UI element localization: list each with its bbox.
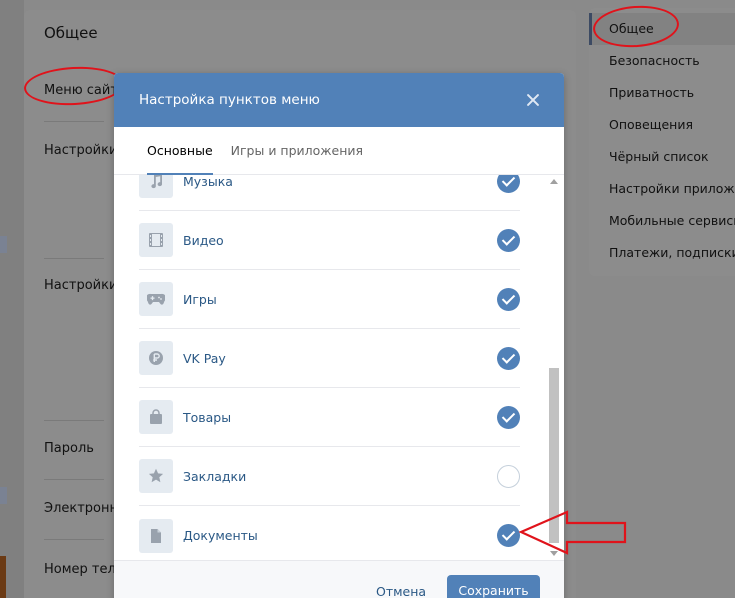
menu-item-label: Товары: [183, 409, 232, 425]
menu-items-list: Музыка Видео Игры VK Pay Товары Закладки…: [139, 175, 520, 560]
right-menu-item-app-settings[interactable]: Настройки приложений: [609, 181, 735, 196]
settings-row-settings[interactable]: Настройки: [44, 143, 117, 158]
shopping-bag-icon: [139, 400, 173, 434]
dialog-footer: Отмена Сохранить: [114, 560, 564, 598]
background-left-strip: [0, 0, 24, 598]
menu-items-scroll-area[interactable]: Музыка Видео Игры VK Pay Товары Закладки…: [114, 175, 564, 560]
tab-games-apps-label: Игры и приложения: [230, 143, 364, 158]
menu-item-checkbox[interactable]: [497, 406, 520, 429]
right-menu-item-security[interactable]: Безопасность: [609, 53, 700, 68]
settings-section-title: Общее: [44, 24, 98, 42]
menu-settings-dialog: Настройка пунктов меню Основные Игры и п…: [114, 73, 564, 598]
menu-item-checkbox[interactable]: [497, 175, 520, 193]
divider: [44, 420, 104, 421]
right-menu-item-privacy[interactable]: Приватность: [609, 85, 694, 100]
background-edge-badge: [0, 487, 7, 504]
menu-item-label: VK Pay: [183, 350, 226, 366]
close-icon[interactable]: [524, 91, 542, 109]
menu-item-music[interactable]: Музыка: [139, 175, 520, 211]
menu-item-label: Игры: [183, 291, 217, 307]
scroll-up-icon[interactable]: [550, 179, 558, 184]
ruble-coin-icon: [139, 341, 173, 375]
menu-item-label: Музыка: [183, 175, 233, 189]
save-button[interactable]: Сохранить: [447, 575, 540, 598]
divider: [44, 479, 104, 480]
dialog-tabs: Основные Игры и приложения: [114, 127, 564, 175]
divider: [44, 121, 104, 122]
divider: [44, 539, 104, 540]
menu-item-vkpay[interactable]: VK Pay: [139, 329, 520, 388]
menu-item-goods[interactable]: Товары: [139, 388, 520, 447]
right-menu-active-bar: [589, 13, 592, 45]
right-menu-item-mobile[interactable]: Мобильные сервисы: [609, 213, 735, 228]
menu-item-games[interactable]: Игры: [139, 270, 520, 329]
menu-item-label: Видео: [183, 232, 224, 248]
menu-item-checkbox[interactable]: [497, 465, 520, 488]
right-menu-item-notifications[interactable]: Оповещения: [609, 117, 693, 132]
menu-item-documents[interactable]: Документы: [139, 506, 520, 560]
settings-row-password[interactable]: Пароль: [44, 441, 94, 456]
document-icon: [139, 518, 173, 553]
menu-item-checkbox[interactable]: [497, 229, 520, 252]
gamepad-icon: [139, 282, 173, 316]
right-menu-item-payments[interactable]: Платежи, подписки, переводы: [609, 245, 735, 260]
settings-right-menu: Общее Безопасность Приватность Оповещени…: [589, 8, 735, 276]
star-icon: [139, 459, 173, 493]
dialog-title: Настройка пунктов меню: [139, 92, 320, 108]
menu-item-checkbox[interactable]: [497, 288, 520, 311]
divider: [44, 258, 104, 259]
background-edge-badge: [0, 236, 7, 253]
menu-item-label: Документы: [183, 528, 258, 543]
annotation-arrow-icon: [519, 510, 627, 555]
menu-item-video[interactable]: Видео: [139, 211, 520, 270]
tab-games-apps[interactable]: Игры и приложения: [222, 127, 372, 174]
tab-main[interactable]: Основные: [138, 127, 222, 175]
menu-item-label: Закладки: [183, 468, 247, 484]
menu-item-bookmarks[interactable]: Закладки: [139, 447, 520, 506]
background-edge-image: [0, 556, 6, 598]
film-icon: [139, 223, 173, 257]
list-scrollbar[interactable]: [548, 175, 560, 560]
cancel-button[interactable]: Отмена: [366, 577, 436, 598]
menu-item-checkbox[interactable]: [497, 524, 520, 547]
settings-row-phone[interactable]: Номер теле: [44, 562, 124, 577]
dialog-header: Настройка пунктов меню: [114, 73, 564, 127]
right-menu-item-blacklist[interactable]: Чёрный список: [609, 149, 709, 164]
music-note-icon: [139, 175, 173, 198]
tab-main-label: Основные: [147, 143, 213, 158]
menu-item-checkbox[interactable]: [497, 347, 520, 370]
settings-row-settings-2[interactable]: Настройки: [44, 278, 117, 293]
